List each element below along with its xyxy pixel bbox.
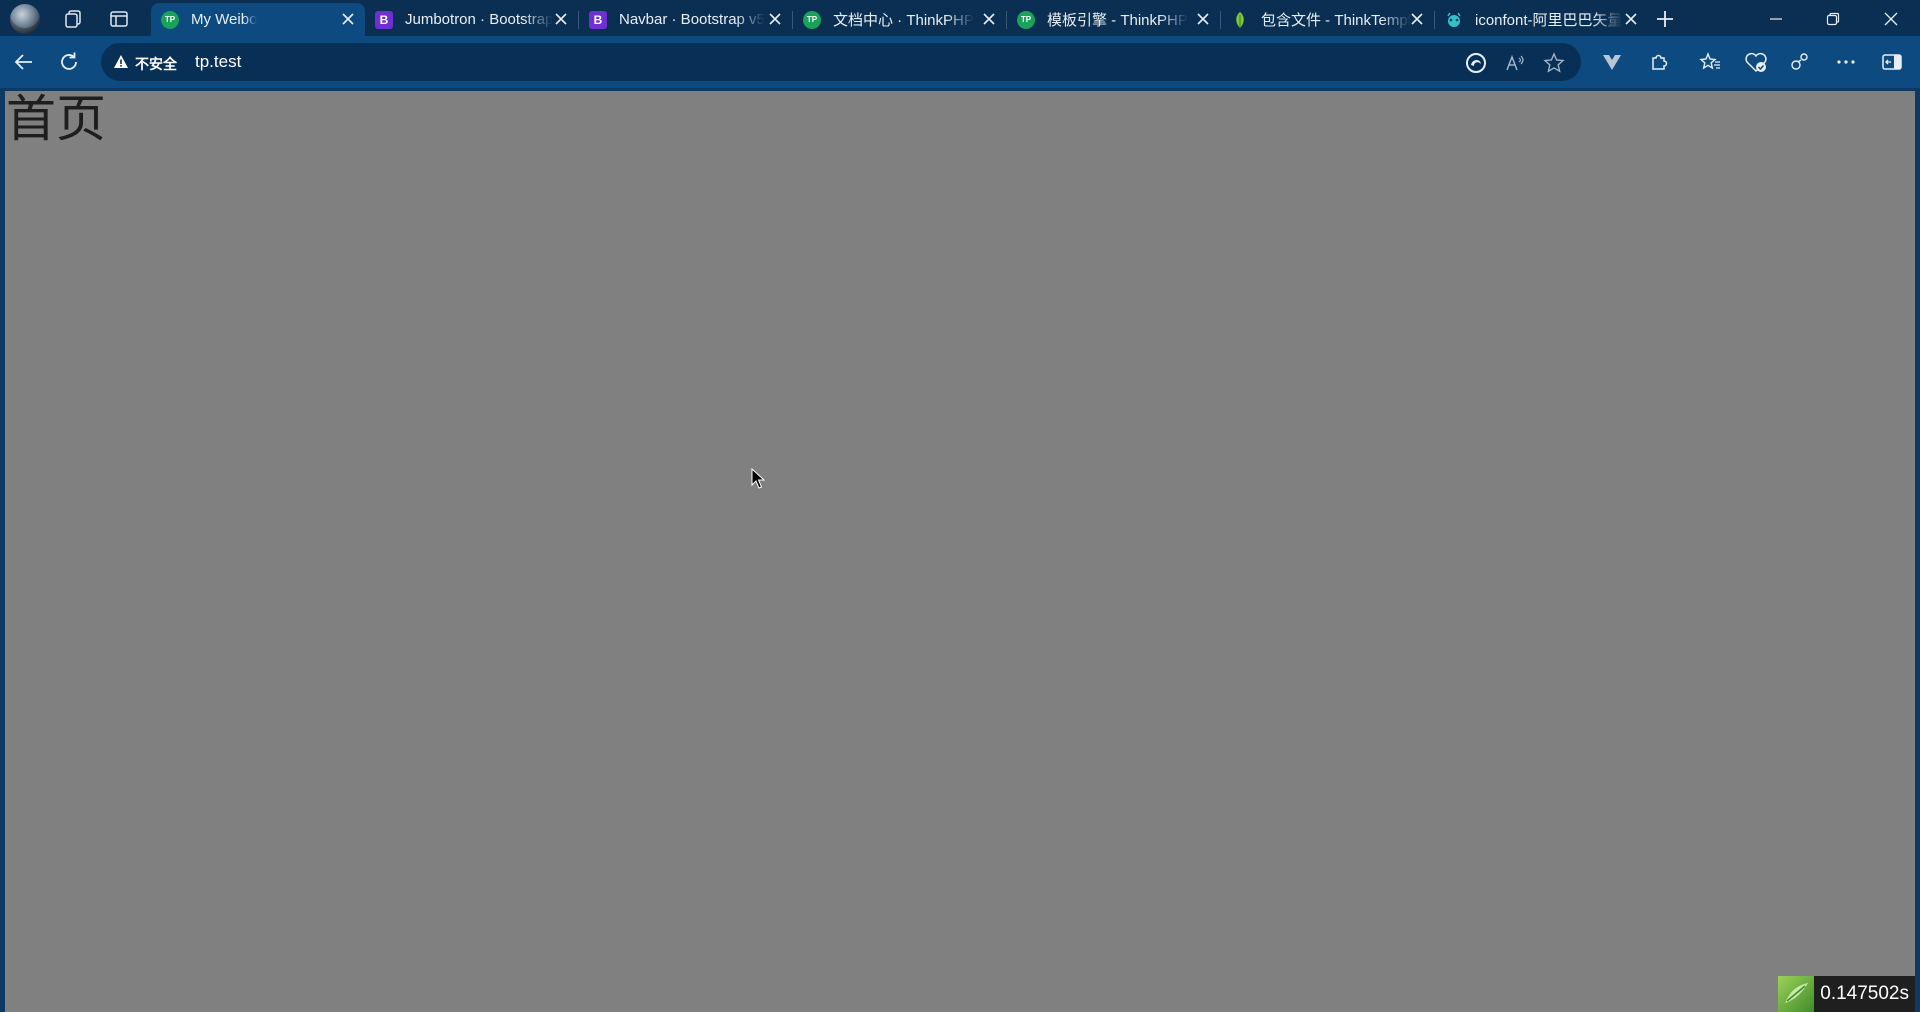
tab-template-engine[interactable]: TP 模板引擎 - ThinkPHP — [1007, 3, 1220, 36]
close-tab-icon[interactable] — [1410, 12, 1424, 26]
minimize-icon[interactable] — [1753, 4, 1799, 34]
address-bar[interactable]: 不安全 tp.test — [101, 43, 1581, 81]
favorites-icon[interactable] — [1696, 48, 1724, 76]
bootstrap-icon: B — [589, 10, 607, 29]
close-tab-icon[interactable] — [554, 12, 568, 26]
tab-my-weibo[interactable]: TP My Weibo — [151, 3, 365, 36]
mouse-cursor-icon — [751, 468, 765, 489]
page-title: 首页 — [6, 91, 106, 148]
tab-title: 模板引擎 - ThinkPHP — [1047, 12, 1188, 29]
restore-icon[interactable] — [1810, 4, 1856, 34]
thinkphp-icon: TP — [161, 10, 179, 29]
thinkphp-icon: TP — [1017, 10, 1035, 29]
tab-strip: TP My Weibo B Jumbotron · Bootstrap B Na… — [0, 0, 1920, 36]
warning-icon[interactable] — [113, 54, 129, 70]
tab-title: 文档中心 · ThinkPHP — [833, 12, 974, 29]
tab-navbar[interactable]: B Navbar · Bootstrap v5 — [579, 3, 792, 36]
edge-translate-icon[interactable] — [1465, 52, 1487, 74]
tab-title: My Weibo — [191, 11, 258, 28]
close-tab-icon[interactable] — [982, 12, 996, 26]
tab-iconfont[interactable]: iconfont-阿里巴巴矢量 — [1435, 3, 1648, 36]
close-tab-icon[interactable] — [1624, 12, 1638, 26]
navigation-toolbar: 不安全 tp.test — [0, 36, 1920, 88]
back-arrow-icon[interactable] — [10, 48, 38, 76]
vertical-tabs-icon[interactable] — [106, 6, 132, 32]
bootstrap-icon: B — [375, 10, 393, 29]
page-viewport: 首页 0.147502s — [5, 91, 1915, 1012]
share-icon[interactable] — [1786, 48, 1814, 76]
url-text[interactable]: tp.test — [195, 52, 241, 72]
thinkphp-trace-icon — [1778, 976, 1815, 1012]
tab-include-file[interactable]: 包含文件 - ThinkTemplate — [1221, 3, 1434, 36]
collections-icon[interactable] — [60, 6, 86, 32]
tab-jumbotron[interactable]: B Jumbotron · Bootstrap — [365, 3, 578, 36]
tab-title: 包含文件 - ThinkTemplate — [1261, 12, 1411, 29]
sidebar-toggle-icon[interactable] — [1878, 48, 1906, 76]
browser-essentials-icon[interactable] — [1742, 48, 1770, 76]
tab-title: iconfont-阿里巴巴矢量 — [1475, 12, 1623, 29]
leaf-icon — [1231, 11, 1249, 29]
security-label[interactable]: 不安全 — [135, 54, 177, 74]
iconfont-icon — [1445, 11, 1463, 29]
close-tab-icon[interactable] — [341, 12, 355, 26]
tab-title: Jumbotron · Bootstrap — [405, 11, 554, 28]
new-tab-icon[interactable] — [1652, 6, 1678, 32]
runtime-label: 0.147502s — [1814, 976, 1915, 1012]
browser-window: TP My Weibo B Jumbotron · Bootstrap B Na… — [0, 0, 1920, 1012]
favorite-star-icon[interactable] — [1543, 52, 1565, 74]
thinkphp-icon: TP — [803, 10, 821, 29]
vue-devtools-icon[interactable] — [1598, 48, 1626, 76]
close-tab-icon[interactable] — [768, 12, 782, 26]
debug-trace-badge[interactable]: 0.147502s — [1778, 976, 1915, 1012]
close-window-icon[interactable] — [1868, 4, 1914, 34]
close-tab-icon[interactable] — [1196, 12, 1210, 26]
refresh-icon[interactable] — [55, 48, 83, 76]
tab-title: Navbar · Bootstrap v5 — [619, 11, 765, 28]
profile-avatar[interactable] — [10, 4, 40, 34]
read-aloud-icon[interactable] — [1504, 52, 1526, 74]
more-options-icon[interactable] — [1832, 48, 1860, 76]
tab-docs-center[interactable]: TP 文档中心 · ThinkPHP — [793, 3, 1006, 36]
extensions-icon[interactable] — [1645, 48, 1673, 76]
